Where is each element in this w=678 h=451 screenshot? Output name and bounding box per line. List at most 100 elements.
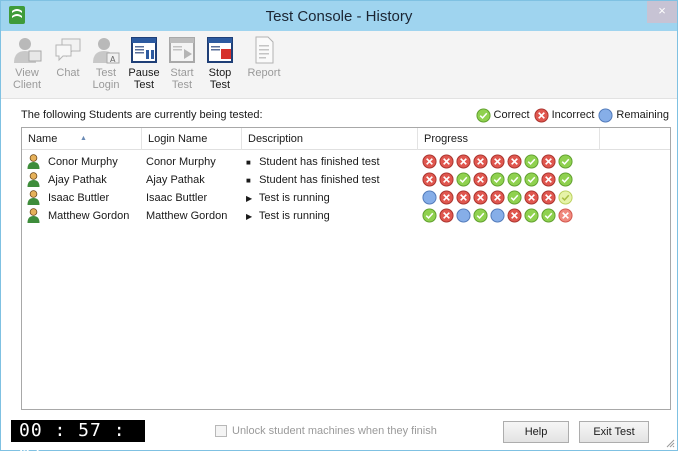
legend-remaining-label: Remaining — [616, 109, 669, 121]
stop-test-label: Stop Test — [208, 67, 232, 91]
remaining-icon — [490, 208, 505, 223]
legend-correct: Correct — [476, 107, 530, 123]
legend-incorrect: Incorrect — [534, 107, 595, 123]
incorrect-icon — [473, 172, 488, 187]
report-label: Report — [247, 67, 281, 79]
toolbar: View Client Chat A Test Login Pause Test… — [1, 31, 677, 99]
incorrect-icon — [541, 190, 556, 205]
person-login-icon: A — [93, 38, 120, 64]
incorrect-icon — [534, 107, 549, 123]
unlock-checkbox-control[interactable]: Unlock student machines when they finish — [215, 425, 437, 437]
resize-grip-icon[interactable] — [665, 438, 675, 448]
table-row[interactable]: Isaac Buttler Isaac Buttler ▶ Test is ru… — [22, 189, 670, 207]
report-icon — [255, 36, 274, 64]
chat-label: Chat — [56, 67, 80, 79]
correct-icon — [490, 172, 505, 187]
legend-remaining: Remaining — [598, 107, 669, 123]
help-button[interactable]: Help — [503, 421, 569, 443]
incorrect-icon — [439, 172, 454, 187]
progress-indicators — [422, 172, 575, 188]
remaining-icon — [456, 208, 471, 223]
student-icon — [27, 172, 40, 187]
correct-icon — [558, 172, 573, 187]
description-text: Test is running — [258, 210, 330, 222]
finished-icon: ■ — [246, 158, 251, 167]
student-name: Isaac Buttler — [48, 192, 110, 204]
incorrect-icon — [541, 172, 556, 187]
student-login: Isaac Buttler — [146, 192, 208, 204]
incorrect-icon — [439, 208, 454, 223]
column-header-name[interactable]: Name ▲ — [22, 128, 142, 150]
incorrect-icon — [456, 190, 471, 205]
start-test-label: Start Test — [170, 67, 194, 91]
column-header-login[interactable]: Login Name — [142, 128, 242, 150]
start-test-button[interactable]: Start Test — [165, 35, 199, 97]
elapsed-timer: 00 : 57 : 07 — [11, 420, 145, 451]
student-icon — [27, 208, 40, 223]
info-text: The following Students are currently bei… — [21, 109, 263, 121]
correct-icon — [524, 208, 539, 223]
exit-test-button[interactable]: Exit Test — [579, 421, 649, 443]
incorrect-icon — [473, 154, 488, 169]
start-test-icon — [169, 37, 195, 63]
progress-legend: Correct Incorrect Remaining — [472, 106, 669, 124]
incorrect-icon — [541, 154, 556, 169]
pause-test-label: Pause Test — [128, 67, 160, 91]
students-list[interactable]: Name ▲ Login Name Description Progress C… — [21, 127, 671, 410]
incorrect-icon — [558, 208, 573, 223]
correct-icon — [456, 172, 471, 187]
student-description: ▶ Test is running — [246, 189, 330, 207]
incorrect-icon — [473, 190, 488, 205]
chat-button[interactable]: Chat — [51, 35, 85, 97]
correct-icon — [422, 208, 437, 223]
test-console-window: Test Console - History × View Client Cha… — [0, 0, 678, 451]
correct-icon — [507, 190, 522, 205]
column-description-label: Description — [248, 133, 304, 145]
current-question-icon — [558, 190, 573, 205]
report-button[interactable]: Report — [245, 35, 283, 97]
correct-icon — [524, 172, 539, 187]
incorrect-icon — [490, 154, 505, 169]
pause-test-button[interactable]: Pause Test — [127, 35, 161, 97]
person-screen-icon — [14, 38, 42, 63]
correct-icon — [473, 208, 488, 223]
unlock-checkbox[interactable] — [215, 425, 227, 437]
description-text: Student has finished test — [259, 156, 380, 168]
column-header-description[interactable]: Description — [242, 128, 418, 150]
correct-icon — [541, 208, 556, 223]
close-button[interactable]: × — [647, 1, 677, 23]
description-text: Student has finished test — [259, 174, 380, 186]
progress-indicators — [422, 208, 575, 224]
student-login: Conor Murphy — [146, 156, 216, 168]
student-name: Conor Murphy — [48, 156, 118, 168]
incorrect-icon — [422, 172, 437, 187]
incorrect-icon — [456, 154, 471, 169]
column-header-progress[interactable]: Progress — [418, 128, 600, 150]
student-login: Ajay Pathak — [146, 174, 205, 186]
legend-incorrect-label: Incorrect — [551, 109, 595, 121]
view-client-button[interactable]: View Client — [9, 35, 45, 97]
finished-icon: ■ — [246, 176, 251, 185]
running-icon: ▶ — [246, 194, 253, 203]
correct-icon — [524, 154, 539, 169]
title-bar: Test Console - History × — [1, 1, 677, 31]
view-client-label: View Client — [12, 67, 42, 91]
legend-correct-label: Correct — [493, 109, 530, 121]
sort-ascending-icon: ▲ — [80, 135, 87, 142]
column-progress-label: Progress — [424, 133, 469, 145]
window-title: Test Console - History — [265, 8, 413, 25]
table-row[interactable]: Ajay Pathak Ajay Pathak ■ Student has fi… — [22, 171, 670, 189]
column-login-label: Login Name — [148, 133, 208, 145]
chat-bubbles-icon — [55, 38, 81, 62]
incorrect-icon — [439, 154, 454, 169]
table-row[interactable]: Conor Murphy Conor Murphy ■ Student has … — [22, 153, 670, 171]
test-login-button[interactable]: A Test Login — [89, 35, 123, 97]
student-name: Matthew Gordon — [48, 210, 130, 222]
stop-test-button[interactable]: Stop Test — [203, 35, 237, 97]
table-row[interactable]: Matthew Gordon Matthew Gordon ▶ Test is … — [22, 207, 670, 225]
student-description: ▶ Test is running — [246, 207, 330, 225]
progress-indicators — [422, 154, 575, 170]
student-icon — [27, 154, 40, 169]
test-login-label: Test Login — [92, 67, 120, 91]
list-header: Name ▲ Login Name Description Progress — [22, 128, 670, 150]
